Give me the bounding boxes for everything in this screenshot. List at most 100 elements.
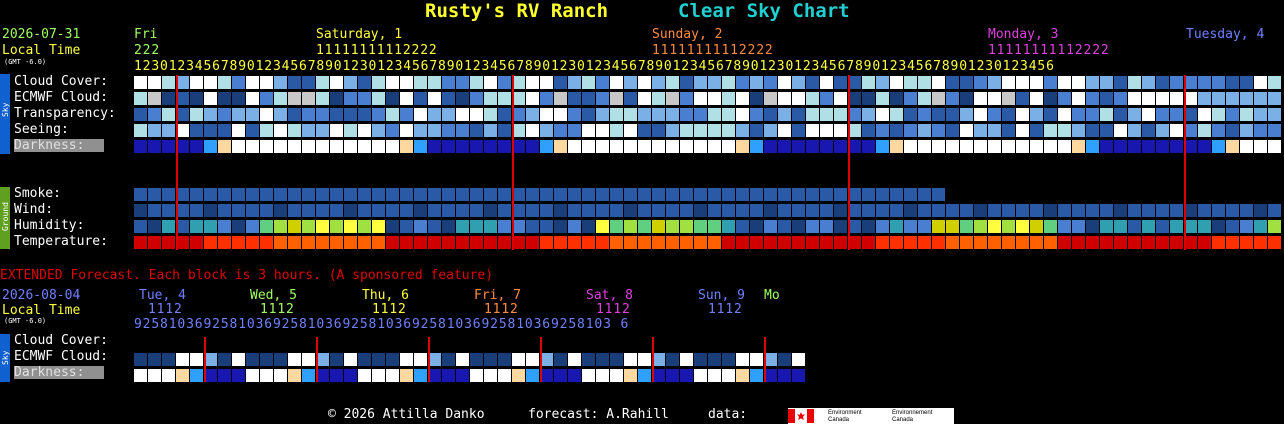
extended-day-label: Sun, 9: [698, 288, 745, 303]
extended-ones-row: 9258103692581036925810369258103692581036…: [134, 317, 630, 332]
grid-cell: [134, 76, 147, 89]
grid-cell: [218, 108, 231, 121]
grid-cell: [890, 220, 903, 233]
grid-cell: [1072, 108, 1085, 121]
day-label: Saturday, 1: [316, 27, 403, 42]
grid-cell: [890, 92, 903, 105]
extended-cell: [414, 353, 427, 366]
grid-cell: [218, 140, 231, 153]
extended-tens-group: 1112: [708, 302, 743, 317]
grid-cell: [946, 92, 959, 105]
grid-cell: [246, 92, 259, 105]
extended-cell: [470, 369, 483, 382]
grid-cell: [666, 204, 679, 217]
grid-cell: [1030, 124, 1043, 137]
grid-cell: [1254, 220, 1267, 233]
grid-cell: [820, 204, 833, 217]
extended-cell: [610, 369, 623, 382]
extended-cell: [176, 369, 189, 382]
extended-gmt: (GMT -6.0): [4, 317, 47, 325]
grid-cell: [1198, 108, 1211, 121]
environment-canada-logo[interactable]: Environment Canada Environnement Canada: [788, 408, 954, 424]
grid-cell: [470, 76, 483, 89]
grid-cell: [162, 124, 175, 137]
grid-cell: [260, 124, 273, 137]
grid-cell: [470, 188, 483, 201]
grid-cell: [708, 204, 721, 217]
grid-cell: [694, 220, 707, 233]
chart-title[interactable]: Clear Sky Chart: [678, 2, 850, 21]
grid-cell: [246, 236, 259, 249]
grid-cell: [1226, 220, 1239, 233]
grid-cell: [1044, 236, 1057, 249]
grid-cell: [596, 76, 609, 89]
footer-forecast[interactable]: forecast: A.Rahill: [528, 408, 669, 421]
extended-cell: [778, 369, 791, 382]
grid-cell: [484, 92, 497, 105]
grid-cell: [764, 92, 777, 105]
grid-cell: [904, 236, 917, 249]
grid-cell: [260, 204, 273, 217]
grid-cell: [764, 124, 777, 137]
grid-cell: [1072, 140, 1085, 153]
grid-cell: [1016, 124, 1029, 137]
grid-cell: [666, 220, 679, 233]
grid-cell: [904, 92, 917, 105]
grid-cell: [526, 108, 539, 121]
extended-midnight-line: [764, 337, 766, 382]
grid-cell: [1212, 236, 1225, 249]
grid-cell: [1170, 204, 1183, 217]
midnight-line: [1184, 75, 1186, 250]
extended-cell: [694, 353, 707, 366]
row-label: Darkness:: [14, 139, 104, 152]
extended-notice[interactable]: EXTENDED Forecast. Each block is 3 hours…: [0, 269, 493, 282]
grid-cell: [400, 188, 413, 201]
grid-cell: [400, 236, 413, 249]
grid-cell: [946, 220, 959, 233]
grid-cell: [652, 204, 665, 217]
grid-cell: [736, 124, 749, 137]
grid-cell: [442, 108, 455, 121]
grid-cell: [1170, 76, 1183, 89]
grid-cell: [904, 220, 917, 233]
grid-cell: [624, 92, 637, 105]
grid-cell: [1198, 92, 1211, 105]
grid-cell: [260, 188, 273, 201]
grid-cell: [442, 92, 455, 105]
footer-copyright[interactable]: © 2026 Attilla Danko: [328, 408, 485, 421]
grid-cell: [1156, 124, 1169, 137]
grid-cell: [652, 220, 665, 233]
grid-cell: [190, 220, 203, 233]
extended-day-label: Sat, 8: [586, 288, 633, 303]
grid-cell: [596, 92, 609, 105]
grid-cell: [232, 92, 245, 105]
extended-cell: [400, 353, 413, 366]
grid-cell: [680, 140, 693, 153]
grid-cell: [988, 220, 1001, 233]
grid-cell: [386, 92, 399, 105]
grid-cell: [288, 220, 301, 233]
grid-cell: [288, 76, 301, 89]
grid-cell: [974, 236, 987, 249]
grid-cell: [162, 140, 175, 153]
grid-cell: [134, 124, 147, 137]
grid-cell: [1044, 92, 1057, 105]
grid-cell: [1128, 204, 1141, 217]
extended-cell: [722, 353, 735, 366]
grid-cell: [1086, 92, 1099, 105]
grid-cell: [456, 220, 469, 233]
extended-cell: [596, 369, 609, 382]
grid-cell: [918, 124, 931, 137]
extended-cell: [736, 369, 749, 382]
grid-cell: [1128, 92, 1141, 105]
grid-cell: [1058, 204, 1071, 217]
grid-cell: [190, 124, 203, 137]
midnight-line: [848, 75, 850, 250]
grid-cell: [582, 76, 595, 89]
grid-cell: [596, 220, 609, 233]
grid-cell: [610, 220, 623, 233]
grid-cell: [806, 108, 819, 121]
env-canada-fr: Environnement Canada: [892, 410, 933, 423]
extended-cell: [442, 369, 455, 382]
grid-cell: [1030, 236, 1043, 249]
